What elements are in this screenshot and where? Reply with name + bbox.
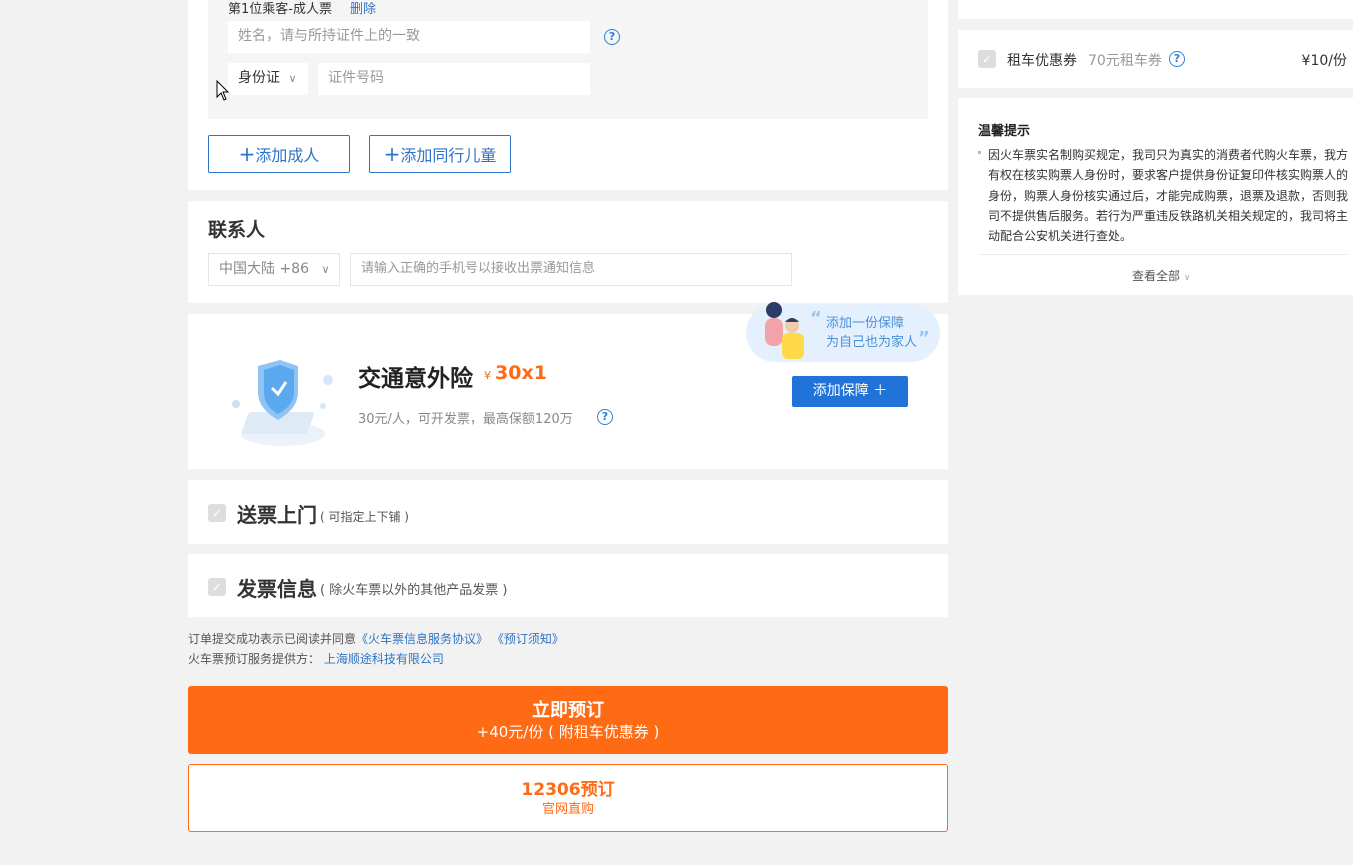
coupon-card: ✓ 租车优惠券 70元租车券 ? ¥10/份	[958, 30, 1353, 88]
family-illustration-icon	[765, 302, 804, 359]
insurance-title: 交通意外险	[358, 366, 473, 392]
coupon-price: ¥10/份	[1301, 53, 1347, 69]
service-agreement-link[interactable]: 《火车票信息服务协议》	[356, 632, 488, 646]
provider-link[interactable]: 上海顺途科技有限公司	[324, 652, 444, 666]
phone-input[interactable]: 请输入正确的手机号以接收出票通知信息	[350, 253, 792, 286]
provider-prefix: 火车票预订服务提供方：	[188, 652, 321, 666]
passenger-name-input[interactable]: 姓名，请与所持证件上的一致	[228, 21, 590, 53]
add-child-button[interactable]: +添加同行儿童	[369, 135, 511, 173]
id-number-input[interactable]: 证件号码	[318, 63, 590, 95]
mouse-cursor-icon	[216, 80, 230, 101]
delivery-card: ✓ 送票上门 ( 可指定上下铺 )	[188, 480, 948, 544]
delete-passenger-link[interactable]: 删除	[350, 0, 376, 17]
chevron-down-icon: ∨	[288, 72, 297, 85]
add-insurance-button[interactable]: 添加保障 ＋	[792, 376, 908, 407]
book-12306-title: 12306预订	[521, 780, 615, 800]
region-select[interactable]: 中国大陆 +86 ∨	[208, 253, 340, 286]
tips-card: 温馨提示 因火车票实名制购买规定，我司只为真实的消费者代购火车票，我方有权在核实…	[958, 98, 1353, 295]
provider-line: 火车票预订服务提供方： 上海顺途科技有限公司	[188, 650, 444, 667]
coupon-desc: 70元租车券	[1088, 53, 1162, 69]
bubble-line-1: 添加一份保障	[826, 316, 905, 331]
chevron-down-icon: ∨	[1183, 273, 1191, 283]
agreement-line: 订单提交成功表示已阅读并同意《火车票信息服务协议》 《预订须知》	[188, 630, 564, 647]
id-type-select[interactable]: 身份证 ∨	[228, 63, 308, 95]
book-12306-subtitle: 官网直购	[541, 802, 594, 817]
name-help-icon[interactable]: ?	[604, 29, 620, 45]
delivery-title: 送票上门	[237, 503, 317, 527]
region-value: 中国大陆 +86	[219, 261, 309, 277]
contact-card: 联系人 中国大陆 +86 ∨ 请输入正确的手机号以接收出票通知信息	[188, 201, 948, 303]
delivery-note: ( 可指定上下铺 )	[320, 510, 409, 524]
invoice-checkbox[interactable]: ✓	[208, 578, 226, 596]
invoice-note: ( 除火车票以外的其他产品发票 )	[320, 583, 508, 598]
passenger-form-panel	[208, 0, 928, 119]
id-type-value: 身份证	[238, 70, 280, 86]
tips-divider	[978, 254, 1348, 255]
tips-text: 因火车票实名制购买规定，我司只为真实的消费者代购火车票，我方有权在核实购票人身份…	[988, 148, 1349, 244]
bubble-line-2: 为自己也为家人	[826, 335, 918, 350]
insurance-price: 30x1	[495, 362, 547, 384]
invoice-title: 发票信息	[237, 577, 317, 601]
close-quote-icon: ”	[918, 328, 930, 349]
insurance-currency: ¥	[484, 369, 491, 382]
plus-icon: +	[238, 142, 256, 166]
chevron-down-icon: ∨	[321, 263, 330, 276]
plus-icon: +	[383, 142, 401, 166]
invoice-card: ✓ 发票信息 ( 除火车票以外的其他产品发票 )	[188, 554, 948, 617]
sidebar-top-card	[958, 0, 1353, 19]
book-now-title: 立即预订	[532, 700, 604, 721]
shield-illustration-icon	[232, 360, 333, 446]
tips-bullet-icon	[978, 151, 981, 154]
delivery-checkbox[interactable]: ✓	[208, 504, 226, 522]
coupon-label: 租车优惠券	[1007, 53, 1077, 69]
passenger-title: 第1位乘客-成人票	[228, 2, 332, 17]
contact-title: 联系人	[208, 219, 266, 241]
agreement-prefix: 订单提交成功表示已阅读并同意	[188, 632, 357, 646]
book-now-button[interactable]: 立即预订 +40元/份 ( 附租车优惠券 )	[188, 686, 948, 754]
view-all-link[interactable]: 查看全部 ∨	[1132, 267, 1190, 284]
book-now-subtitle: +40元/份 ( 附租车优惠券 )	[476, 723, 660, 741]
coupon-help-icon[interactable]: ?	[1169, 51, 1185, 67]
insurance-desc: 30元/人，可开发票，最高保额120万	[358, 412, 573, 427]
tips-title: 温馨提示	[978, 124, 1031, 139]
booking-notice-link[interactable]: 《预订须知》	[492, 632, 564, 646]
insurance-help-icon[interactable]: ?	[597, 409, 613, 425]
book-12306-button[interactable]: 12306预订 官网直购	[188, 764, 948, 832]
coupon-checkbox[interactable]: ✓	[978, 50, 996, 68]
add-adult-button[interactable]: +添加成人	[208, 135, 350, 173]
open-quote-icon: “	[810, 308, 822, 329]
